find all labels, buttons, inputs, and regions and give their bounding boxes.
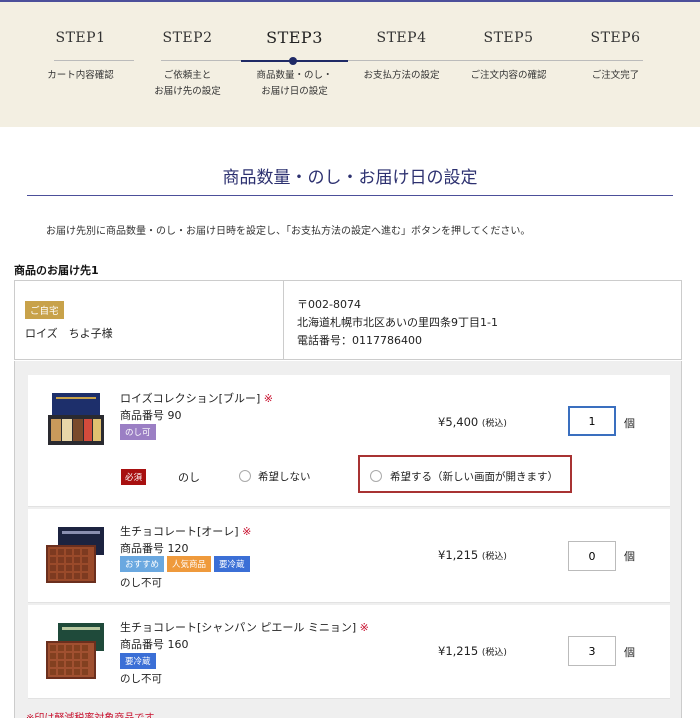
step-label: ご依頼主と お届け先の設定 <box>154 70 221 97</box>
product-name[interactable]: 生チョコレート[シャンパン ピエール ミニョン] ※ <box>120 619 369 635</box>
home-badge: ご自宅 <box>25 301 64 319</box>
reduced-tax-mark: ※ <box>242 525 252 538</box>
reduced-tax-mark: ※ <box>359 621 369 634</box>
noshi-no-label[interactable]: 希望しない <box>258 469 311 484</box>
tag-noshi-ok: のし可 <box>120 424 156 440</box>
product-name[interactable]: ロイズコレクション[ブルー] ※ <box>120 390 273 406</box>
phone-number: 電話番号：0117786400 <box>297 334 422 347</box>
required-badge: 必須 <box>121 469 147 485</box>
street-address: 北海道札幌市北区あいの里四条9丁目1-1 <box>297 316 498 329</box>
product-code: 商品番号 160 <box>120 638 189 651</box>
noshi-status: のし不可 <box>120 673 162 685</box>
product-tags: おすすめ 人気商品 要冷蔵 <box>120 556 250 572</box>
delivery-address-box: ご自宅 ロイズ ちよ子様 〒002-8074 北海道札幌市北区あいの里四条9丁目… <box>14 280 682 360</box>
noshi-no-radio[interactable] <box>239 470 251 482</box>
product-item: 生チョコレート[オーレ] ※ 商品番号 120 おすすめ 人気商品 要冷蔵 のし… <box>28 509 670 603</box>
product-item: 生チョコレート[シャンパン ピエール ミニョン] ※ 商品番号 160 要冷蔵 … <box>28 605 670 699</box>
step-label: カート内容確認 <box>47 70 114 81</box>
title-divider <box>27 195 673 196</box>
tag-refrigerated: 要冷蔵 <box>214 556 250 572</box>
product-price: ¥1,215 (税込) <box>438 644 507 658</box>
royce-collection-blue-image <box>48 393 104 445</box>
step-label: 商品数量・のし・ お届け日の設定 <box>256 70 333 97</box>
step-line <box>455 60 562 61</box>
product-price: ¥5,400 (税込) <box>438 415 507 429</box>
step-title: STEP6 <box>590 30 641 46</box>
product-price: ¥1,215 (税込) <box>438 548 507 562</box>
quantity-unit: 個 <box>624 646 635 659</box>
products-panel: ロイズコレクション[ブルー] ※ 商品番号 90 のし可 ¥5,400 (税込)… <box>14 361 682 718</box>
quantity-unit: 個 <box>624 417 635 430</box>
step-title: STEP5 <box>483 30 534 46</box>
instruction-text: お届け先別に商品数量・のし・お届け日時を設定し、「お支払方法の設定へ進む」ボタン… <box>46 226 531 237</box>
delivery-destination-label: 商品のお届け先1 <box>14 264 99 277</box>
step-line <box>348 60 455 61</box>
reduced-tax-footnote: ※印は軽減税率対象商品です。 <box>26 709 163 718</box>
step-title: STEP1 <box>55 30 106 46</box>
current-step-dot <box>289 57 297 65</box>
page-title: 商品数量・のし・お届け日の設定 <box>222 168 478 188</box>
quantity-input[interactable] <box>568 406 616 436</box>
step-title: STEP4 <box>376 30 427 46</box>
noshi-yes-radio[interactable] <box>370 470 382 482</box>
nama-chocolate-champagne-image <box>46 623 104 679</box>
product-item: ロイズコレクション[ブルー] ※ 商品番号 90 のし可 ¥5,400 (税込)… <box>28 375 670 507</box>
step-label: ご注文内容の確認 <box>470 70 547 81</box>
tag-recommended: おすすめ <box>120 556 165 572</box>
step-line <box>54 60 134 61</box>
tag-refrigerated: 要冷蔵 <box>120 653 156 669</box>
quantity-input[interactable] <box>568 636 616 666</box>
quantity-unit: 個 <box>624 550 635 563</box>
reduced-tax-mark: ※ <box>263 392 273 405</box>
nama-chocolate-ole-image <box>46 527 104 583</box>
step-title: STEP3 <box>266 28 323 47</box>
noshi-label: のし <box>178 471 200 484</box>
step-title: STEP2 <box>162 30 213 46</box>
product-code: 商品番号 120 <box>120 542 189 555</box>
noshi-yes-label[interactable]: 希望する（新しい画面が開きます） <box>390 469 558 484</box>
step-label: ご注文完了 <box>591 70 640 81</box>
recipient-name: ロイズ ちよ子様 <box>25 327 113 340</box>
postal-code: 〒002-8074 <box>297 298 361 311</box>
product-tags: のし可 <box>120 424 156 440</box>
quantity-input[interactable] <box>568 541 616 571</box>
product-name[interactable]: 生チョコレート[オーレ] ※ <box>120 523 251 539</box>
tag-popular: 人気商品 <box>167 556 212 572</box>
noshi-status: のし不可 <box>120 577 162 589</box>
product-code: 商品番号 90 <box>120 409 182 422</box>
checkout-stepper: STEP1 カート内容確認 STEP2 ご依頼主と お届け先の設定 STEP3 … <box>0 0 700 127</box>
step-label: お支払方法の設定 <box>363 70 440 81</box>
step-line <box>161 60 241 61</box>
address-divider <box>283 281 284 359</box>
product-tags: 要冷蔵 <box>120 653 156 669</box>
step-line <box>562 60 643 61</box>
